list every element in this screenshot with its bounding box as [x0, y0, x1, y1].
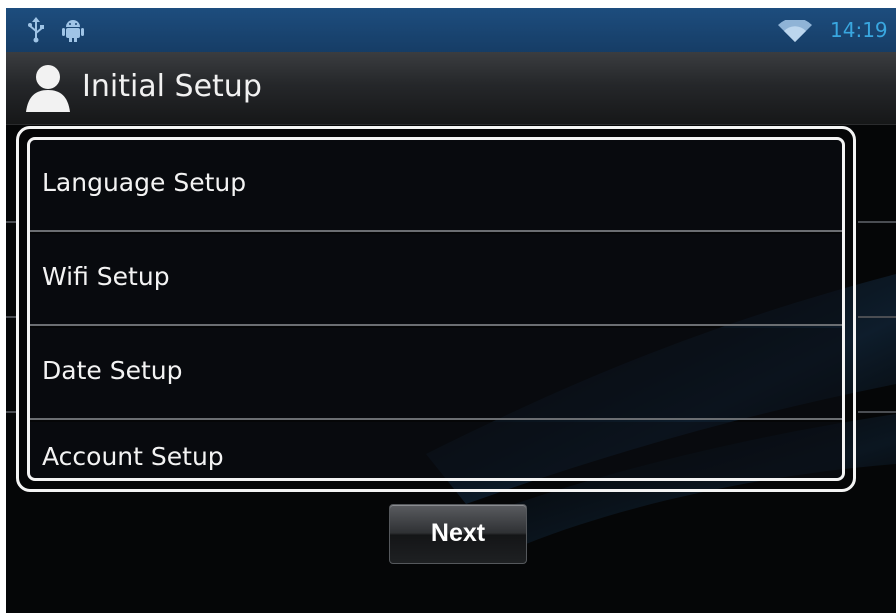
setting-item-label: Wifi Setup: [42, 262, 170, 291]
next-button[interactable]: Next: [389, 504, 527, 564]
setting-item-language[interactable]: Language Setup: [30, 140, 842, 232]
android-debug-icon: [62, 17, 84, 47]
page-title: Initial Setup: [82, 69, 262, 104]
setting-item-label: Account Setup: [42, 442, 224, 471]
setting-item-label: Language Setup: [42, 168, 247, 197]
settings-list: Language Setup Wifi Setup Date Setup Acc…: [16, 126, 856, 492]
user-icon: [24, 62, 72, 118]
wifi-icon: [778, 17, 812, 46]
setting-item-date[interactable]: Date Setup: [30, 328, 842, 420]
usb-icon: [26, 17, 46, 47]
status-bar: 14:19: [6, 8, 896, 52]
device-screen: 14:19 Initial Setup Language Setup Wifi …: [6, 8, 896, 613]
title-bar: Initial Setup: [6, 52, 896, 125]
setting-item-label: Date Setup: [42, 356, 183, 385]
setting-item-account[interactable]: Account Setup: [30, 422, 842, 478]
status-clock: 14:19: [830, 18, 888, 42]
next-button-label: Next: [430, 519, 486, 547]
setting-item-wifi[interactable]: Wifi Setup: [30, 234, 842, 326]
settings-list-frame: Language Setup Wifi Setup Date Setup Acc…: [27, 137, 845, 481]
